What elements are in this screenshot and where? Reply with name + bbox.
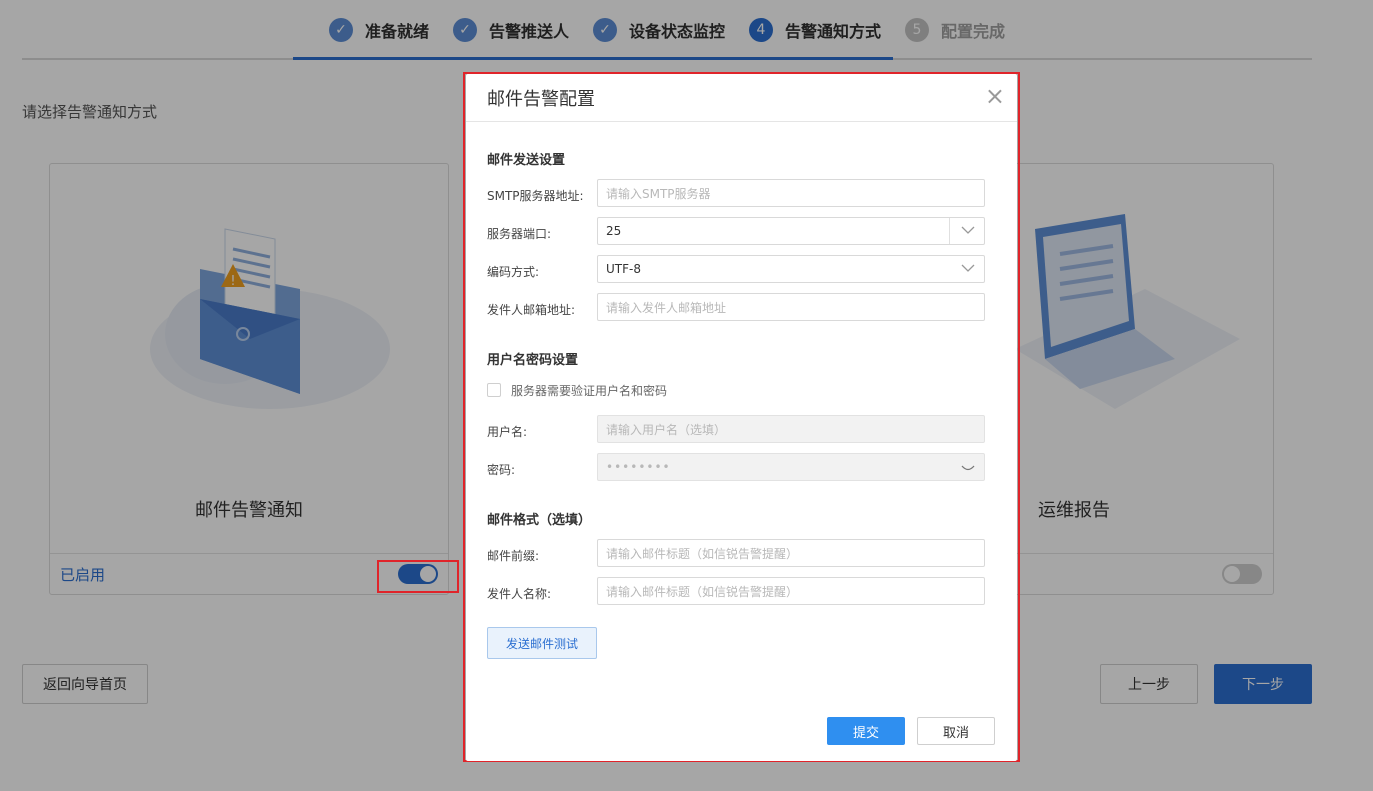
smtp-server-input[interactable]: 请输入SMTP服务器 <box>597 179 985 207</box>
password-input[interactable]: •••••••• <box>597 453 985 481</box>
eye-closed-icon[interactable] <box>961 464 975 473</box>
divider <box>949 218 950 244</box>
dialog-header: 邮件告警配置 × <box>466 74 1017 122</box>
auth-required-label[interactable]: 服务器需要验证用户名和密码 <box>511 382 667 399</box>
cancel-button[interactable]: 取消 <box>917 717 995 745</box>
sender-name-label: 发件人名称: <box>487 587 552 601</box>
section-title-auth: 用户名密码设置 <box>487 353 579 368</box>
sender-email-label: 发件人邮箱地址: <box>487 303 576 317</box>
send-test-email-button[interactable]: 发送邮件测试 <box>487 627 597 659</box>
placeholder: 请输入邮件标题（如信锐告警提醒） <box>606 584 799 599</box>
sender-email-input[interactable]: 请输入发件人邮箱地址 <box>597 293 985 321</box>
encoding-label: 编码方式: <box>487 265 540 279</box>
dialog-title: 邮件告警配置 <box>487 89 595 110</box>
sender-name-input[interactable]: 请输入邮件标题（如信锐告警提醒） <box>597 577 985 605</box>
select-value: UTF-8 <box>606 262 641 276</box>
username-input[interactable]: 请输入用户名（选填） <box>597 415 985 443</box>
email-alert-config-dialog: 邮件告警配置 × 邮件发送设置 SMTP服务器地址: 请输入SMTP服务器 服务… <box>466 74 1017 761</box>
username-label: 用户名: <box>487 425 528 439</box>
placeholder: 请输入SMTP服务器 <box>606 186 711 201</box>
toggle-highlight-box <box>377 560 459 593</box>
encoding-select[interactable]: UTF-8 <box>597 255 985 283</box>
placeholder: 请输入邮件标题（如信锐告警提醒） <box>606 546 799 561</box>
section-title-send: 邮件发送设置 <box>487 153 566 168</box>
password-label: 密码: <box>487 463 516 477</box>
placeholder: 请输入用户名（选填） <box>606 422 727 437</box>
mail-prefix-label: 邮件前缀: <box>487 549 540 563</box>
placeholder: 请输入发件人邮箱地址 <box>606 300 727 315</box>
chevron-down-icon <box>961 264 975 272</box>
server-port-select[interactable]: 25 <box>597 217 985 245</box>
mail-prefix-input[interactable]: 请输入邮件标题（如信锐告警提醒） <box>597 539 985 567</box>
auth-required-checkbox[interactable] <box>487 383 501 397</box>
port-label: 服务器端口: <box>487 227 552 241</box>
submit-button[interactable]: 提交 <box>827 717 905 745</box>
chevron-down-icon[interactable] <box>961 226 975 235</box>
select-value: 25 <box>606 224 622 238</box>
smtp-label: SMTP服务器地址: <box>487 189 584 203</box>
password-mask: •••••••• <box>606 460 671 474</box>
section-title-format: 邮件格式（选填） <box>487 513 592 528</box>
close-icon[interactable]: × <box>985 82 1005 110</box>
